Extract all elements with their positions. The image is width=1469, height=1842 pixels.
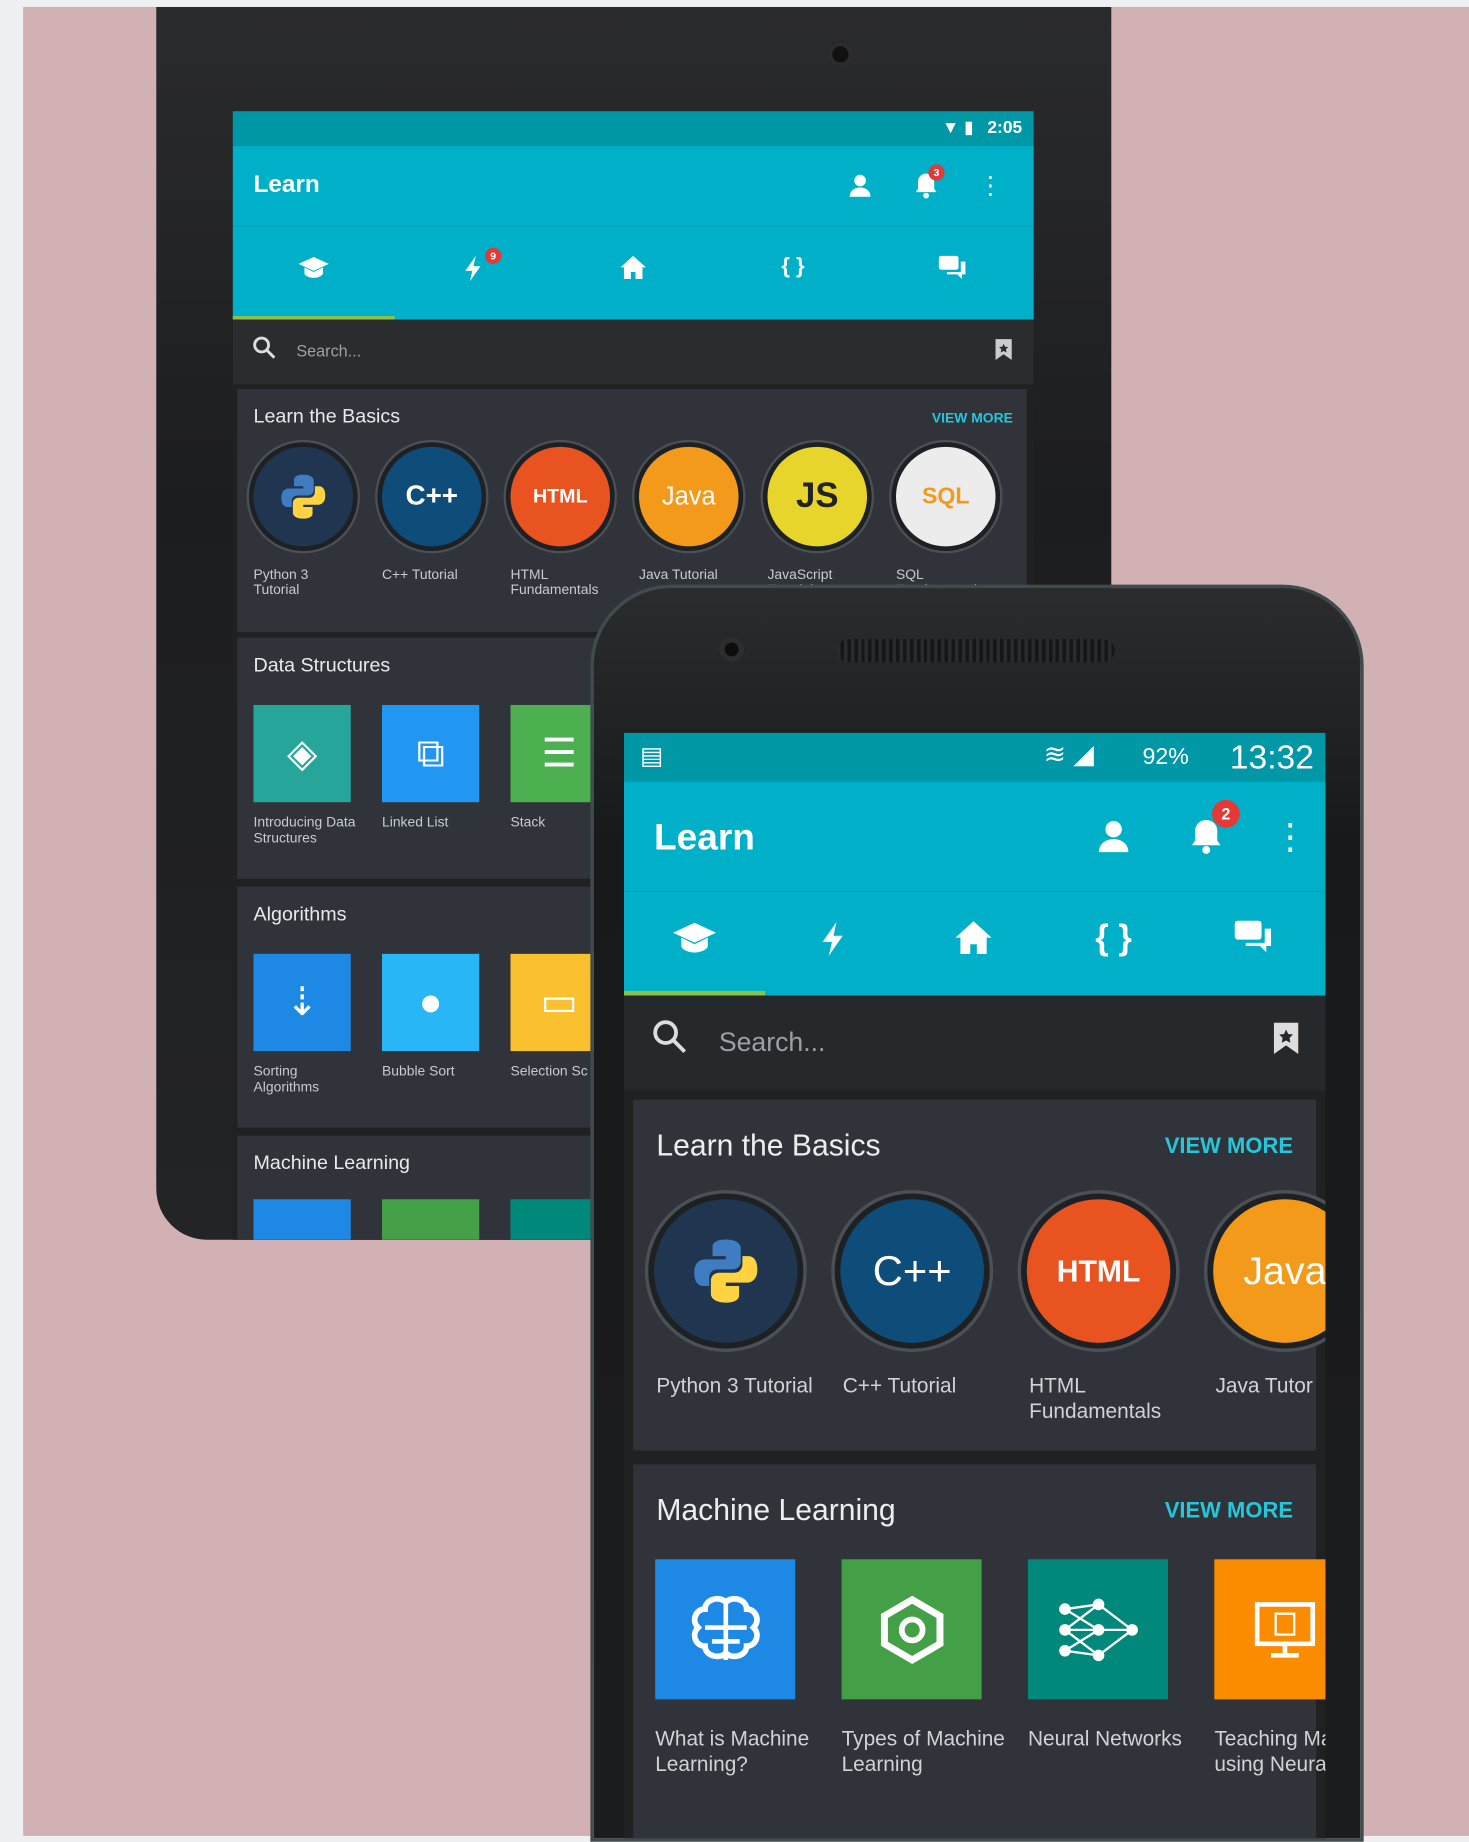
ml-tile[interactable] <box>253 1199 351 1240</box>
profile-icon[interactable] <box>846 171 874 206</box>
tile-label: Linked List <box>382 813 449 830</box>
java-course-icon[interactable]: Java <box>1213 1199 1326 1343</box>
phone-basics-card: Learn the Basics VIEW MORE C++ HTML Java… <box>633 1099 1326 1451</box>
javascript-course-icon[interactable]: JS <box>767 446 868 547</box>
tab-play-icon[interactable] <box>787 919 880 968</box>
section-title: Machine Learning <box>253 1151 410 1174</box>
overflow-menu-icon[interactable]: ⋮ <box>1272 816 1308 858</box>
notification-bell-icon[interactable]: 3 <box>913 164 945 206</box>
tile-label: Teaching Math using Neural... <box>1214 1727 1325 1776</box>
phone-camera <box>718 636 745 663</box>
course-label: HTML Fundamentals <box>1029 1374 1162 1423</box>
tab-discuss-icon[interactable] <box>1207 919 1300 963</box>
course-label: C++ Tutorial <box>382 566 458 583</box>
view-more-link[interactable]: VIEW MORE <box>1165 1134 1293 1159</box>
html-course-icon[interactable]: HTML <box>1026 1199 1171 1343</box>
cpp-course-icon[interactable]: C++ <box>840 1199 984 1343</box>
course-label: Python 3 Tutorial <box>656 1374 813 1398</box>
html-course-icon[interactable]: HTML <box>510 446 611 547</box>
phone-device: ▤ ≋ ◢ 92% 13:32 Learn 2 ⋮ {} Search... … <box>590 584 1364 1842</box>
phone-status-time: 13:32 <box>1229 739 1314 777</box>
tab-play-icon[interactable]: 9 <box>439 247 508 290</box>
phone-status-bar: ▤ ≋ ◢ 92% 13:32 <box>623 732 1326 782</box>
tile-label: Bubble Sort <box>382 1062 455 1079</box>
phone-app-bar: Learn 2 ⋮ <box>623 781 1326 892</box>
wifi-battery-icon: ▼ ▮ <box>941 118 974 138</box>
teaching-math-icon[interactable] <box>1214 1559 1326 1700</box>
search-input[interactable]: Search... <box>719 1027 826 1058</box>
search-icon <box>652 1019 687 1063</box>
phone-speaker <box>836 638 1115 663</box>
tab-learn-icon[interactable] <box>279 255 348 287</box>
course-label: Java Tutorial <box>638 566 718 583</box>
python-course-icon[interactable] <box>654 1199 798 1343</box>
course-label: Java Tutor <box>1215 1374 1313 1398</box>
tab-discuss-icon[interactable] <box>918 255 987 287</box>
tab-code-icon[interactable]: { } <box>1067 919 1160 958</box>
tab-learn-icon[interactable] <box>648 919 741 965</box>
view-more-link[interactable]: VIEW MORE <box>932 410 1013 426</box>
overflow-menu-icon[interactable]: ⋮ <box>978 171 1002 200</box>
tablet-app-title: Learn <box>253 171 320 198</box>
section-title: Algorithms <box>253 902 347 925</box>
data-structures-tile[interactable]: ◈ <box>253 704 351 803</box>
cpp-course-icon[interactable]: C++ <box>382 446 482 547</box>
course-label: Python 3 Tutorial <box>253 566 309 598</box>
phone-search-bar[interactable]: Search... <box>623 995 1326 1091</box>
bubble-sort-tile[interactable]: ● <box>382 953 480 1052</box>
phone-tab-bar: { } <box>623 891 1326 996</box>
view-more-link[interactable]: VIEW MORE <box>1165 1499 1293 1524</box>
python-course-icon[interactable] <box>253 446 354 547</box>
ml-tile[interactable] <box>382 1199 480 1240</box>
tile-label: Introducing Data Structures <box>253 813 356 847</box>
sql-course-icon[interactable]: SQL <box>895 446 996 547</box>
tab-badge: 9 <box>485 247 502 264</box>
tile-label: What is Machine Learning? <box>655 1727 810 1776</box>
tile-label: Neural Networks <box>1027 1727 1182 1751</box>
bookmark-icon[interactable] <box>994 338 1013 367</box>
tile-label: Sorting Algorithms <box>253 1062 320 1096</box>
tablet-app-bar: Learn 3 ⋮ <box>232 145 1034 227</box>
phone-screen: ▤ ≋ ◢ 92% 13:32 Learn 2 ⋮ {} Search... … <box>623 732 1326 1839</box>
bookmark-icon[interactable] <box>1272 1021 1300 1064</box>
tab-code-icon[interactable]: { } <box>758 255 827 280</box>
section-title: Learn the Basics <box>656 1127 881 1163</box>
notification-badge: 3 <box>928 164 945 181</box>
search-icon <box>252 336 276 366</box>
course-label: HTML Fundamentals <box>510 566 599 598</box>
tablet-tab-bar: 9 { } <box>232 226 1034 320</box>
section-title: Learn the Basics <box>253 405 401 428</box>
linked-list-tile[interactable]: ⧉ <box>382 704 480 803</box>
battery-percent: 92% <box>1142 744 1189 770</box>
tablet-search-bar[interactable]: Search... <box>232 319 1034 385</box>
tablet-status-bar: ▼ ▮ 2:05 <box>232 111 1034 146</box>
profile-icon[interactable] <box>1094 816 1133 865</box>
section-title: Data Structures <box>253 654 391 677</box>
tab-home-icon[interactable] <box>598 255 667 287</box>
tab-home-icon[interactable] <box>927 919 1020 965</box>
sorting-tile[interactable]: ⇣ <box>253 953 351 1052</box>
notification-bell-icon[interactable]: 2 <box>1189 799 1240 865</box>
sim-icon: ▤ <box>640 743 664 770</box>
section-title: Machine Learning <box>656 1492 896 1527</box>
notification-badge: 2 <box>1212 799 1240 828</box>
neural-network-icon[interactable] <box>1027 1559 1169 1700</box>
tablet-status-time: 2:05 <box>987 118 1023 138</box>
java-course-icon[interactable]: Java <box>638 446 739 547</box>
phone-app-title: Learn <box>654 816 755 858</box>
brain-icon[interactable] <box>655 1559 796 1700</box>
phone-ml-card: Machine Learning VIEW MORE What is Machi… <box>633 1464 1326 1839</box>
course-label: C++ Tutorial <box>842 1374 957 1398</box>
search-input[interactable]: Search... <box>296 341 361 360</box>
tablet-camera <box>827 41 854 68</box>
ml-types-icon[interactable] <box>841 1559 982 1700</box>
wifi-signal-icon: ≋ ◢ <box>1043 738 1094 769</box>
tile-label: Types of Machine Learning <box>841 1727 1005 1776</box>
